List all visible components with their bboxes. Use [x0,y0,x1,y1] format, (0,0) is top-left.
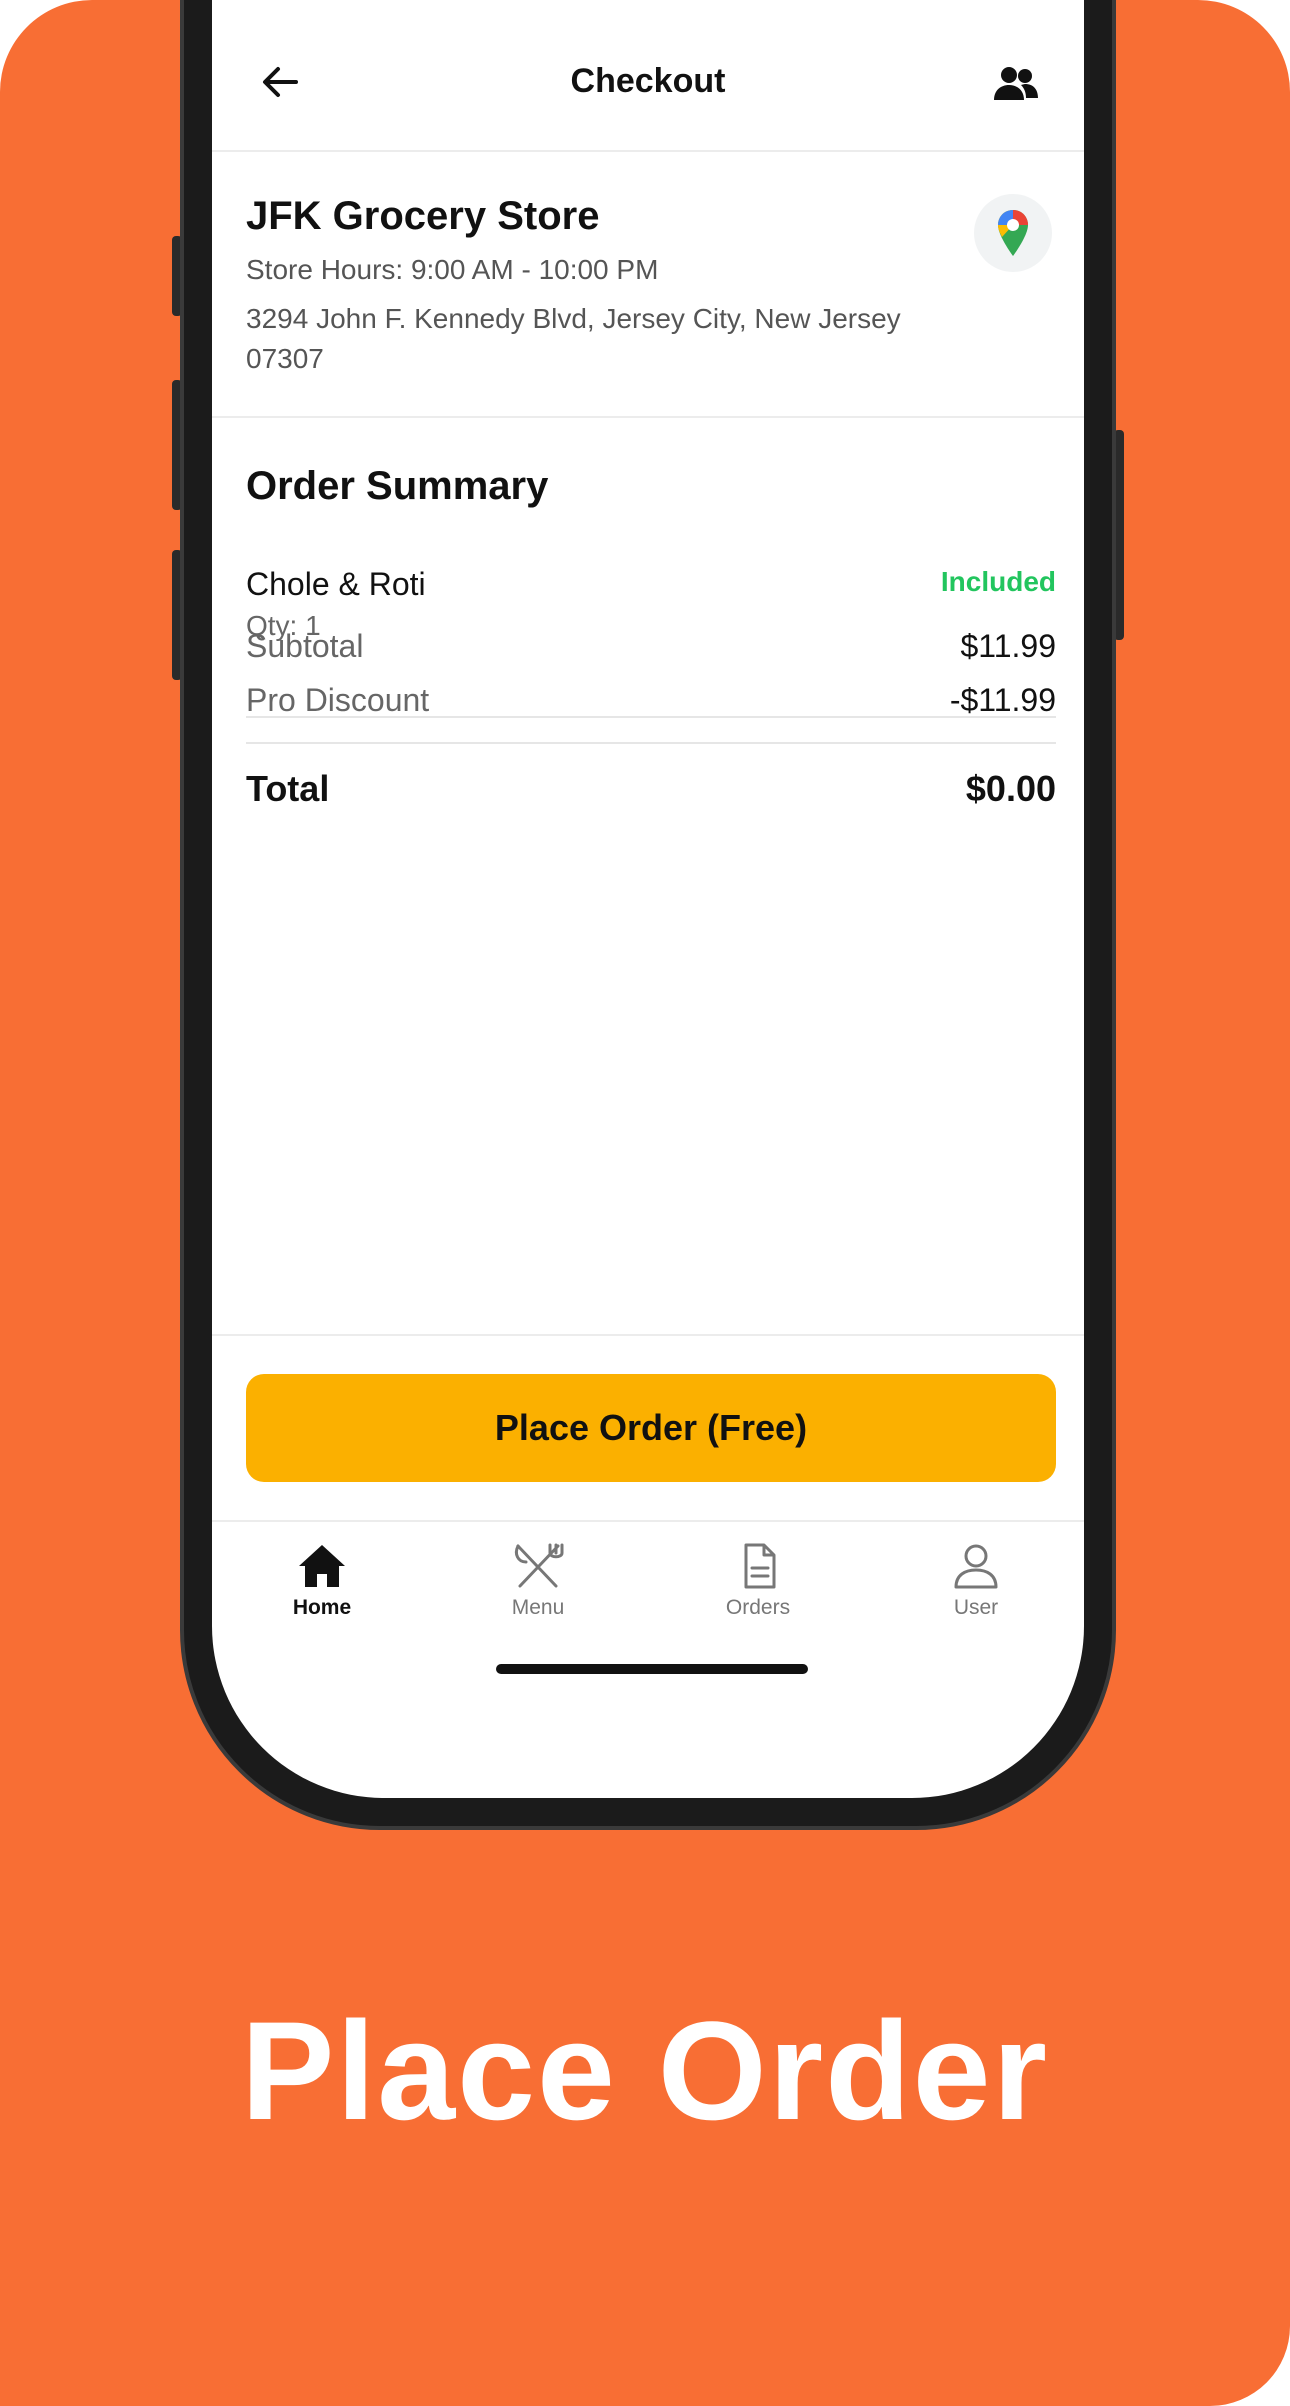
subtotal-row: Subtotal $11.99 [246,628,1056,672]
item-name: Chole & Roti [246,566,426,602]
nav-item-home[interactable]: Home [232,1542,412,1662]
nav-item-orders[interactable]: Orders [668,1542,848,1662]
subtotal-value: $11.99 [960,628,1057,664]
store-hours: Store Hours: 9:00 AM - 10:00 PM [246,254,659,285]
home-icon [299,1545,345,1587]
user-icon [954,1544,998,1589]
total-label: Total [246,768,330,809]
nav-label-menu: Menu [511,1596,565,1619]
nav-item-menu[interactable]: Menu [448,1542,628,1662]
nav-label-orders: Orders [725,1596,791,1619]
discount-label: Pro Discount [246,682,430,718]
phone-frame: Checkout JFK Grocery Store Store Hours: … [180,0,1116,1830]
map-button[interactable] [974,194,1052,272]
place-order-button[interactable]: Place Order (Free) [246,1374,1056,1482]
utensils-icon [514,1543,564,1588]
nav-label-user: User [953,1596,999,1619]
discount-row: Pro Discount -$11.99 [246,682,1056,726]
bottom-nav: Home Menu Orders User [212,1520,1084,1662]
home-indicator [496,1664,808,1674]
document-icon [744,1543,776,1589]
promo-caption: Place Order [241,1992,1049,2149]
nav-label-home: Home [292,1596,352,1619]
map-pin-icon [998,210,1028,256]
divider [212,1334,1084,1336]
discount-value: -$11.99 [949,682,1056,718]
promo-canvas: { "colors": { "background": "#f86e34", "… [0,0,1290,2406]
subtotal-label: Subtotal [246,628,364,664]
page-title: Checkout [570,62,726,100]
store-address: 3294 John F. Kennedy Blvd, Jersey City, … [246,303,901,374]
people-icon[interactable] [992,64,1040,104]
store-name: JFK Grocery Store [246,194,600,238]
divider [246,742,1056,744]
total-row: Total $0.00 [246,768,1056,812]
checkout-header: Checkout [212,4,1084,152]
nav-item-user[interactable]: User [886,1542,1066,1662]
store-info: JFK Grocery Store Store Hours: 9:00 AM -… [212,152,1084,418]
order-summary-title: Order Summary [246,464,549,508]
item-status-badge: Included [940,566,1056,597]
total-value: $0.00 [965,768,1056,809]
phone-screen: Checkout JFK Grocery Store Store Hours: … [212,0,1084,1798]
